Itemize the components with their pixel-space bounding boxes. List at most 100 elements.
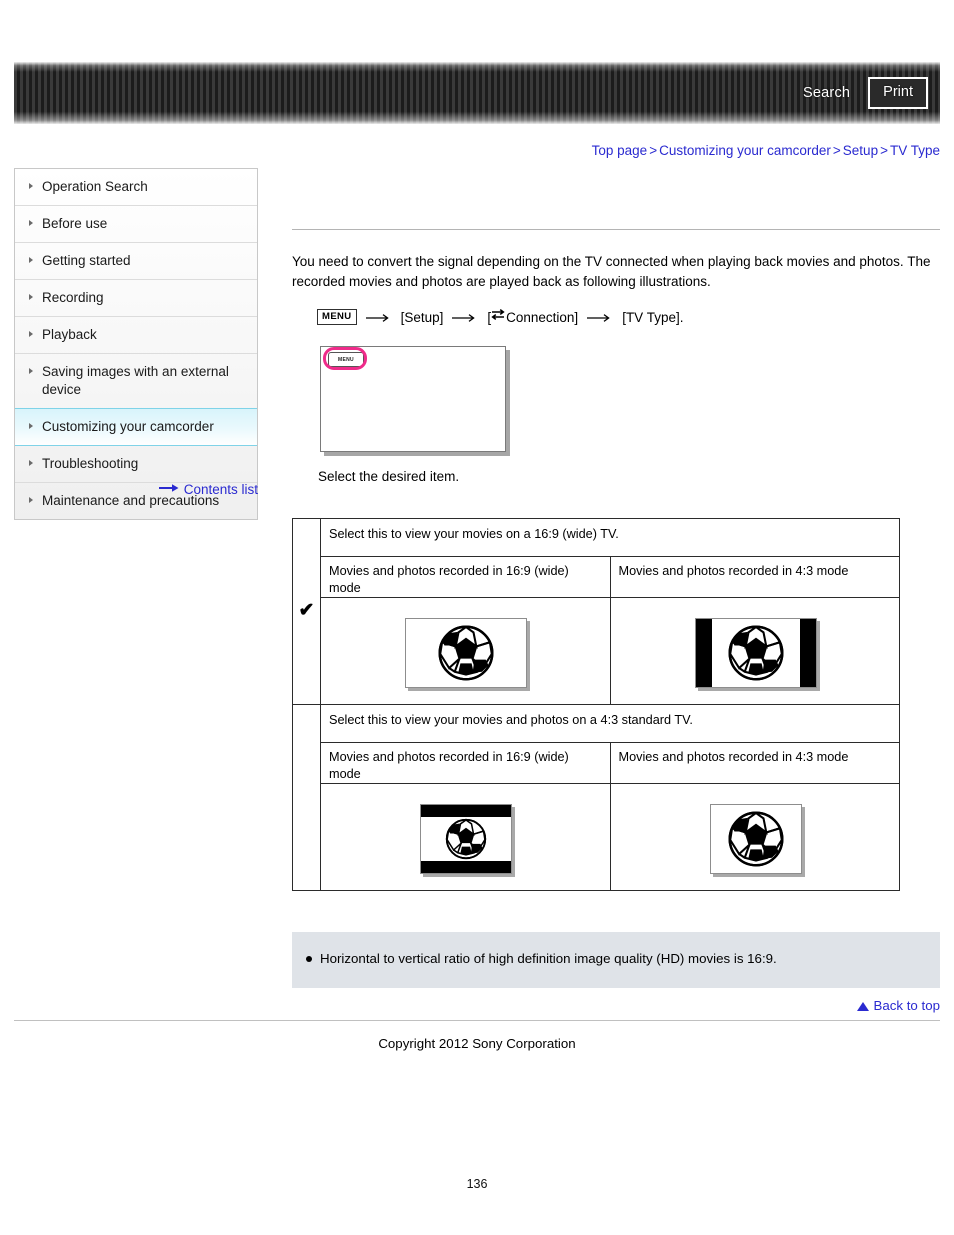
table-row <box>293 597 900 705</box>
chevron-right-icon <box>29 331 33 337</box>
letterbox-bar-bottom <box>421 861 512 873</box>
content-divider <box>292 229 940 230</box>
menu-chip-icon: MENU <box>317 309 357 325</box>
sidebar-item-saving-images-with-an-external-device[interactable]: Saving images with an external device <box>15 354 257 409</box>
breadcrumb-item-tv-type[interactable]: TV Type <box>890 143 940 158</box>
selected-checkmark-icon: ✔ <box>292 518 321 705</box>
breadcrumb-item-top-page[interactable]: Top page <box>592 143 648 158</box>
mode-cell-16-9: Movies and photos recorded in 16:9 (wide… <box>320 556 611 598</box>
mode-label: Movies and photos recorded in 16:9 (wide… <box>329 564 569 595</box>
option-description: Select this to view your movies on a 16:… <box>320 518 900 557</box>
sidebar-item-before-use[interactable]: Before use <box>15 206 257 243</box>
breadcrumb-separator: > <box>880 143 888 158</box>
sidebar-item-label: Before use <box>42 216 108 231</box>
tv-frame-4-3 <box>420 804 513 874</box>
soccer-ball-icon <box>446 818 487 860</box>
sidebar-item-label: Saving images with an external device <box>42 364 229 397</box>
chevron-right-icon <box>29 183 33 189</box>
chevron-right-icon <box>29 257 33 263</box>
print-button[interactable]: Print <box>868 77 928 109</box>
note-item: Horizontal to vertical ratio of high def… <box>292 950 940 968</box>
search-link[interactable]: Search <box>803 86 850 101</box>
sidebar: Operation Search Before use Getting star… <box>14 168 258 520</box>
table-row <box>293 783 900 891</box>
camcorder-screen-illustration: MENU <box>320 346 506 452</box>
arrow-right-icon <box>587 309 613 329</box>
tv-type-options-table: ✔ Select this to view your movies on a 1… <box>292 518 900 891</box>
menu-path-step-setup: [Setup] <box>400 310 444 325</box>
mode-label: Movies and photos recorded in 4:3 mode <box>618 564 849 578</box>
illustration-cell-4-3-letterboxed <box>320 783 611 891</box>
letterbox-bar-top <box>421 805 512 817</box>
menu-path-step-connection: Connection] <box>506 310 579 325</box>
selected-checkmark-icon <box>292 704 321 891</box>
breadcrumb-separator: > <box>649 143 658 158</box>
table-row: ✔ Select this to view your movies on a 1… <box>292 518 900 705</box>
chevron-right-icon <box>29 423 33 429</box>
tv-frame-16-9 <box>694 618 817 688</box>
mode-cell-4-3: Movies and photos recorded in 4:3 mode <box>609 556 900 598</box>
sidebar-item-label: Recording <box>42 290 104 305</box>
chevron-right-icon <box>29 368 33 374</box>
arrow-right-icon <box>452 309 478 329</box>
back-to-top-label: Back to top <box>873 998 940 1013</box>
menu-path-step-tv-type: [TV Type]. <box>622 310 684 325</box>
chevron-right-icon <box>29 294 33 300</box>
table-row: Select this to view your movies and phot… <box>292 704 900 891</box>
breadcrumb: Top page > Customizing your camcorder > Setu… <box>592 143 940 158</box>
sidebar-item-label: Customizing your camcorder <box>42 419 214 434</box>
table-row: Movies and photos recorded in 16:9 (wide… <box>293 742 900 784</box>
header-actions: Search Print <box>803 62 928 124</box>
mode-label: Movies and photos recorded in 16:9 (wide… <box>329 750 569 781</box>
sidebar-item-getting-started[interactable]: Getting started <box>15 243 257 280</box>
mode-cell-16-9: Movies and photos recorded in 16:9 (wide… <box>320 742 611 784</box>
soccer-ball-icon <box>728 625 784 681</box>
soccer-ball-icon <box>728 811 784 867</box>
triangle-up-icon <box>857 1002 870 1011</box>
main-content: You need to convert the signal depending… <box>14 168 940 1051</box>
sidebar-item-operation-search[interactable]: Operation Search <box>15 169 257 206</box>
breadcrumb-item-customizing-your-camcorder[interactable]: Customizing your camcorder <box>659 143 831 158</box>
highlight-ring <box>323 347 367 370</box>
header-banner: Search Print <box>14 62 940 124</box>
soccer-ball-icon <box>438 625 494 681</box>
tv-frame-16-9 <box>405 618 528 688</box>
table-row: Movies and photos recorded in 16:9 (wide… <box>293 556 900 598</box>
note-text: Horizontal to vertical ratio of high def… <box>320 951 777 966</box>
bullet-icon <box>306 956 312 962</box>
note-box: Horizontal to vertical ratio of high def… <box>292 932 940 988</box>
sidebar-item-label: Playback <box>42 327 97 342</box>
arrow-right-icon <box>365 309 392 329</box>
copyright-text: Copyright 2012 Sony Corporation <box>378 1036 576 1051</box>
illustration-cell-16-9-pillarboxed <box>609 597 900 705</box>
page-number: 136 <box>466 1177 488 1191</box>
sidebar-item-troubleshooting[interactable]: Troubleshooting <box>15 446 257 483</box>
chevron-right-icon <box>29 497 33 503</box>
mode-cell-4-3: Movies and photos recorded in 4:3 mode <box>609 742 900 784</box>
sidebar-item-customizing-your-camcorder[interactable]: Customizing your camcorder <box>15 408 257 446</box>
illustration-cell-16-9-fullscreen <box>320 597 611 705</box>
chevron-right-icon <box>29 220 33 226</box>
arrow-right-icon <box>158 481 179 496</box>
illustration-cell-4-3-fullscreen <box>609 783 900 891</box>
connection-icon <box>491 307 505 327</box>
contents-list-link[interactable]: Contents list <box>14 481 258 497</box>
sidebar-item-label: Operation Search <box>42 179 148 194</box>
intro-paragraph: You need to convert the signal depending… <box>292 252 932 292</box>
mode-label: Movies and photos recorded in 4:3 mode <box>618 750 849 764</box>
breadcrumb-separator: > <box>832 143 841 158</box>
option-description: Select this to view your movies and phot… <box>320 704 900 743</box>
sidebar-item-playback[interactable]: Playback <box>15 317 257 354</box>
chevron-right-icon <box>29 460 33 466</box>
select-item-caption: Select the desired item. <box>318 469 460 484</box>
sidebar-item-recording[interactable]: Recording <box>15 280 257 317</box>
tv-frame-4-3 <box>709 804 802 874</box>
breadcrumb-item-setup[interactable]: Setup <box>843 143 878 158</box>
back-to-top-link[interactable]: Back to top <box>292 998 940 1013</box>
sidebar-item-label: Troubleshooting <box>42 456 139 471</box>
pillarbox-bar-right <box>799 619 816 687</box>
footer-divider <box>14 1020 940 1021</box>
contents-list-label: Contents list <box>183 481 258 497</box>
menu-path-instruction: MENU [Setup] [ Connection] [TV Type]. <box>317 308 940 328</box>
intro-line-1: You need to convert the signal depending… <box>292 254 904 269</box>
